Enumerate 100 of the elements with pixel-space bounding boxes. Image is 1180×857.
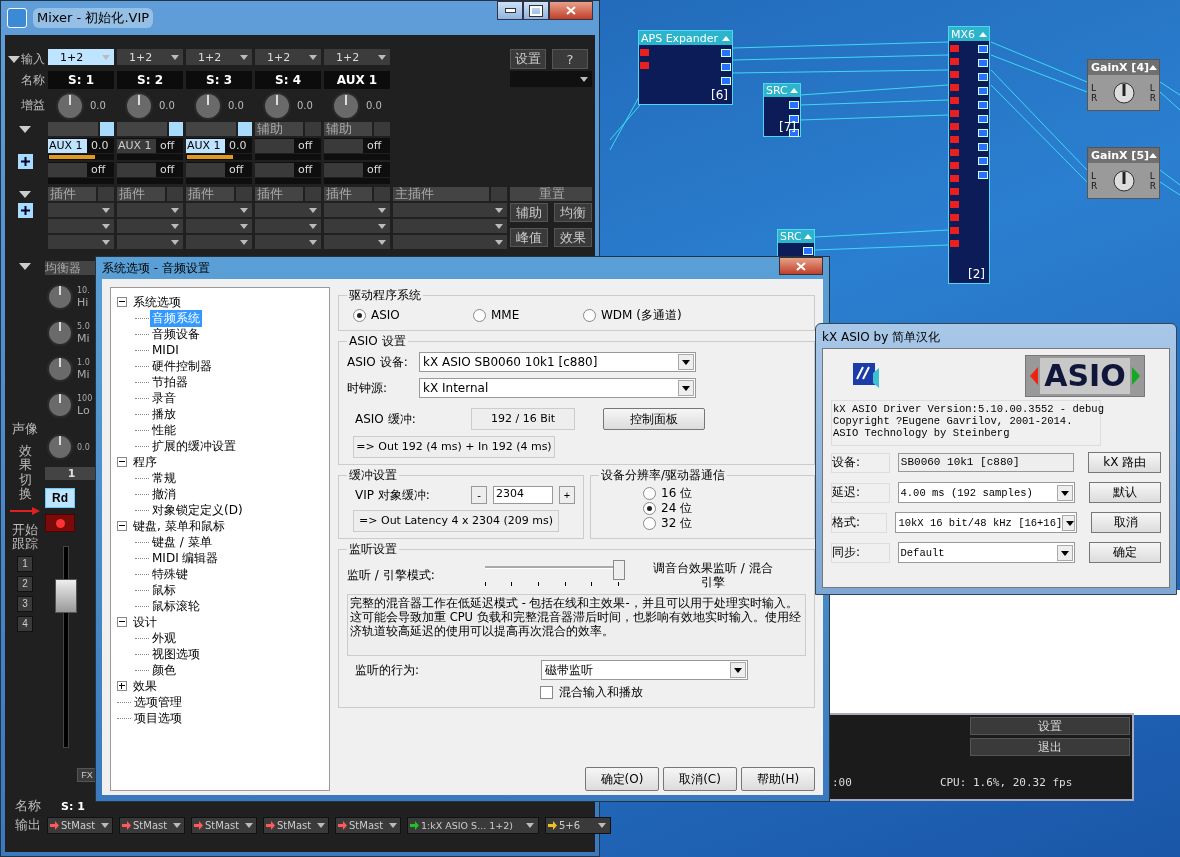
control-panel-button[interactable]: 控制面板	[603, 408, 705, 430]
plugin-node[interactable]: SRC [7]	[763, 83, 801, 137]
panel-button[interactable]: 退出	[970, 738, 1130, 756]
dialog-button[interactable]: 取消(C)	[663, 767, 737, 791]
tree-item[interactable]: 视图选项	[150, 645, 202, 663]
plugin-dropdown[interactable]	[324, 203, 390, 217]
tree-item[interactable]: 录音	[150, 389, 178, 407]
gain-knob[interactable]	[332, 91, 360, 120]
eq-knob[interactable]	[47, 284, 73, 310]
asio-button[interactable]: 取消	[1091, 512, 1161, 533]
setting-dropdown[interactable]: 10kX 16 bit/48 kHz [16+16]	[895, 512, 1078, 533]
clock-dropdown[interactable]: kX Internal	[419, 378, 696, 398]
input-select[interactable]: 1+2	[255, 49, 321, 65]
caret-icon[interactable]	[19, 263, 31, 270]
tree-item[interactable]: 效果	[131, 677, 159, 695]
toggle-button[interactable]	[100, 122, 114, 136]
output-select[interactable]: StMast	[335, 816, 401, 834]
dialog-button[interactable]: 确定(O)	[585, 767, 659, 791]
maximize-button[interactable]	[523, 1, 549, 20]
tree-item[interactable]: 设计	[131, 613, 159, 631]
setting-dropdown[interactable]: 4.00 ms (192 samples)	[897, 482, 1075, 503]
collapse-icon[interactable]	[117, 457, 127, 467]
eq-knob[interactable]	[47, 356, 73, 382]
aux-send-field[interactable]: AUX 1	[186, 138, 225, 153]
output-select[interactable]: StMast	[263, 816, 329, 834]
eq-knob[interactable]	[47, 392, 73, 418]
gain-knob[interactable]	[56, 91, 84, 120]
decrease-button[interactable]: -	[471, 486, 487, 504]
gain-knob[interactable]	[194, 91, 222, 120]
caret-icon[interactable]	[8, 55, 20, 63]
buffer-input[interactable]: 2304	[493, 486, 553, 504]
plugin-dropdown[interactable]	[48, 219, 114, 233]
minimize-button[interactable]	[497, 1, 523, 20]
slider-handle[interactable]	[612, 560, 625, 580]
track-button[interactable]: 2	[17, 575, 33, 592]
aux-send-field[interactable]	[48, 162, 87, 177]
toggle-button[interactable]	[305, 187, 321, 201]
tree-item[interactable]: 程序	[131, 453, 159, 471]
track-button[interactable]: 3	[17, 595, 33, 612]
plugin-dropdown[interactable]	[186, 219, 252, 233]
aux-send-field[interactable]	[255, 138, 294, 153]
track-button[interactable]: 1	[17, 555, 33, 572]
plugin-dropdown[interactable]	[255, 219, 321, 233]
pan-knob[interactable]	[47, 434, 73, 460]
help-button[interactable]: ?	[552, 49, 588, 69]
read-button[interactable]: Rd	[45, 488, 75, 508]
collapse-icon[interactable]	[117, 617, 127, 627]
tree-item[interactable]: 特殊键	[150, 565, 190, 583]
plugin-dropdown[interactable]	[186, 235, 252, 249]
asio-button[interactable]: 默认	[1088, 482, 1161, 503]
aux-send-field[interactable]: AUX 1	[48, 138, 87, 153]
tree-item[interactable]: 外观	[150, 629, 178, 647]
input-select[interactable]: 1+2	[48, 49, 114, 65]
collapse-icon[interactable]	[117, 297, 127, 307]
toggle-button[interactable]	[491, 187, 507, 201]
add-button[interactable]	[17, 154, 33, 169]
toggle-button[interactable]	[238, 122, 252, 136]
panel-button[interactable]: 设置	[970, 717, 1130, 735]
tree-item[interactable]: 鼠标	[150, 581, 178, 599]
plugin-dropdown[interactable]	[324, 235, 390, 249]
tool-button[interactable]: 辅助	[510, 203, 548, 222]
mix-checkbox[interactable]: 混合输入和播放	[540, 684, 806, 701]
tool-button[interactable]: 均衡	[554, 203, 592, 222]
dialog-button[interactable]: 帮助(H)	[741, 767, 815, 791]
tree-item[interactable]: 播放	[150, 405, 178, 423]
plugin-dropdown[interactable]	[324, 219, 390, 233]
settings-button[interactable]: 设置	[510, 49, 546, 69]
radio-option[interactable]: MME	[467, 306, 577, 324]
asio-button[interactable]: 确定	[1088, 542, 1161, 563]
tree-item[interactable]: 鼠标滚轮	[150, 597, 202, 615]
expand-icon[interactable]	[117, 681, 127, 691]
tree-item[interactable]: 项目选项	[132, 709, 184, 727]
plugin-dropdown[interactable]	[117, 235, 183, 249]
output-select[interactable]: StMast	[119, 816, 185, 834]
gain-knob[interactable]	[125, 91, 153, 120]
tree-item[interactable]: 键盘, 菜单和鼠标	[131, 517, 227, 535]
tree-item[interactable]: 扩展的缓冲设置	[150, 437, 238, 455]
tree-item[interactable]: 撤消	[150, 485, 178, 503]
fader-handle[interactable]	[55, 579, 77, 613]
input-select[interactable]: 1+2	[324, 49, 390, 65]
aux-send-field[interactable]	[117, 162, 156, 177]
tool-button[interactable]: 效果	[554, 227, 592, 247]
close-button[interactable]	[779, 257, 823, 275]
toggle-button[interactable]	[169, 122, 183, 136]
eq-knob[interactable]	[47, 320, 73, 346]
tree-item[interactable]: 节拍器	[150, 373, 190, 391]
radio-option[interactable]: 32 位	[637, 516, 806, 531]
toggle-button[interactable]	[98, 187, 114, 201]
tree-item[interactable]: 颜色	[150, 661, 178, 679]
radio-option[interactable]: 24 位	[637, 501, 806, 516]
radio-option[interactable]: 16 位	[637, 486, 806, 501]
gain-knob[interactable]	[263, 91, 291, 120]
output-select[interactable]: 1:kX ASIO S... 1+2)	[407, 816, 539, 834]
caret-icon[interactable]	[19, 125, 31, 133]
plugin-dropdown[interactable]	[255, 235, 321, 249]
plugin-dropdown[interactable]	[186, 203, 252, 217]
output-select[interactable]: StMast	[191, 816, 257, 834]
plugin-node[interactable]: MX6 [2]	[948, 26, 990, 284]
record-button[interactable]	[45, 514, 75, 532]
plugin-dropdown[interactable]	[117, 203, 183, 217]
